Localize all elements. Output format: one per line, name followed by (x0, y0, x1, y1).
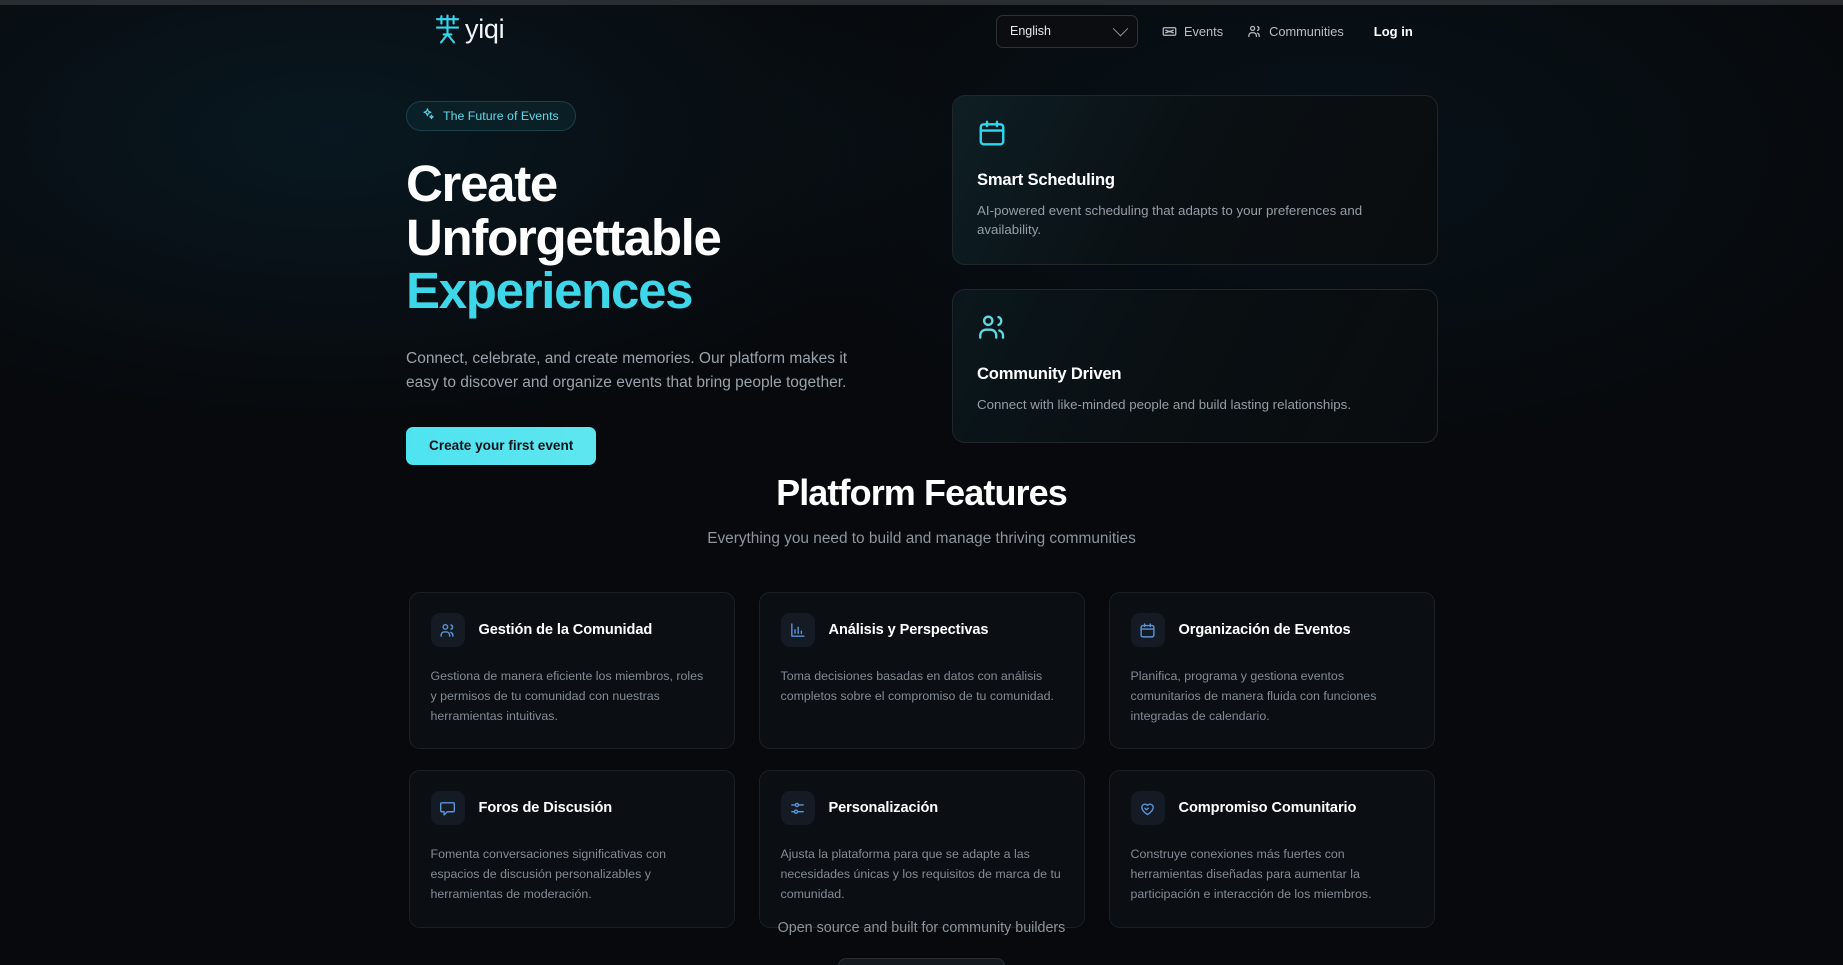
hero-card-smart-scheduling: Smart Scheduling AI-powered event schedu… (952, 95, 1438, 265)
open-source-text: Open source and built for community buil… (777, 920, 1066, 936)
calendar-icon (977, 118, 1413, 153)
message-square-icon (430, 791, 465, 826)
feature-card-discussion-forums: Foros de Discusión Fomenta conversacione… (408, 770, 735, 928)
feature-card-desc: Toma decisiones basadas en datos con aná… (780, 669, 1054, 704)
feature-card-desc: Construye conexiones más fuertes con her… (1130, 847, 1372, 902)
landing-page: yiqi English Events Communities Log in T… (0, 0, 1843, 965)
feature-card-community-management: Gestión de la Comunidad Gestiona de mane… (408, 592, 735, 750)
feature-card-analytics-insights: Análisis y Perspectivas Toma decisiones … (758, 592, 1085, 750)
chevron-down-icon (1112, 20, 1129, 36)
hero-section: The Future of Events Create Unforgettabl… (406, 95, 1438, 465)
features-subtitle: Everything you need to build and manage … (707, 530, 1136, 547)
hero-card-desc: AI-powered event scheduling that adapts … (977, 203, 1363, 238)
feature-card-header: Análisis y Perspectivas (780, 613, 1063, 647)
feature-card-header: Gestión de la Comunidad (430, 613, 713, 647)
hero-card-desc: Connect with like-minded people and buil… (977, 396, 1352, 412)
feature-card-header: Personalización (780, 791, 1063, 826)
feature-card-title: Personalización (828, 800, 939, 817)
nav-item-communities-label: Communities (1269, 23, 1344, 39)
feature-card-title: Análisis y Perspectivas (828, 622, 989, 638)
feature-card-title: Compromiso Comunitario (1178, 800, 1357, 817)
language-select[interactable]: English (996, 14, 1138, 48)
feature-card-customization: Personalización Ajusta la plataforma par… (758, 770, 1085, 928)
feature-card-header: Organización de Eventos (1130, 613, 1413, 647)
view-on-github-button[interactable]: View on GitHub (837, 958, 1006, 965)
hero-card-community-driven: Community Driven Connect with like-minde… (952, 288, 1438, 443)
nav-item-communities[interactable]: Communities (1247, 24, 1344, 39)
platform-features-section: Platform Features Everything you need to… (0, 472, 1843, 928)
hero-title: Create Unforgettable Experiences (406, 157, 876, 318)
feature-card-desc: Ajusta la plataforma para que se adapte … (780, 847, 1061, 902)
heart-handshake-icon (1130, 791, 1165, 826)
hero-left-column: The Future of Events Create Unforgettabl… (406, 95, 876, 465)
feature-card-title: Gestión de la Comunidad (478, 622, 653, 638)
hero-badge[interactable]: The Future of Events (406, 101, 576, 131)
brand-logo[interactable]: yiqi (434, 14, 505, 49)
feature-card-desc: Fomenta conversaciones significativas co… (430, 847, 667, 902)
sparkles-icon (421, 107, 435, 126)
hero-title-line2: Experiences (406, 262, 694, 320)
yiqi-glyph-icon (434, 14, 461, 49)
feature-card-header: Compromiso Comunitario (1130, 791, 1413, 826)
open-source-section: Open source and built for community buil… (0, 920, 1843, 965)
create-first-event-button[interactable]: Create your first event (406, 426, 597, 465)
bar-chart-icon (780, 613, 815, 647)
login-link[interactable]: Log in (1374, 24, 1413, 39)
users-icon (430, 613, 465, 647)
feature-card-desc: Planifica, programa y gestiona eventos c… (1130, 669, 1377, 724)
users-icon (977, 312, 1413, 347)
features-title: Platform Features (776, 472, 1068, 513)
feature-grid: Gestión de la Comunidad Gestiona de mane… (408, 592, 1435, 928)
users-icon (1247, 24, 1262, 39)
header-nav: English Events Communities Log in (996, 14, 1413, 48)
hero-card-title: Community Driven (977, 363, 1122, 383)
hero-title-line1: Create Unforgettable (406, 155, 722, 266)
hero-card-title: Smart Scheduling (977, 170, 1115, 189)
nav-item-events-label: Events (1184, 23, 1224, 39)
feature-card-desc: Gestiona de manera eficiente los miembro… (430, 669, 704, 724)
nav-item-events[interactable]: Events (1162, 24, 1223, 39)
brand-name: yiqi (465, 14, 505, 44)
calendar-icon (1130, 613, 1165, 647)
language-select-value: English (1010, 24, 1051, 38)
feature-card-header: Foros de Discusión (430, 791, 713, 826)
feature-card-community-engagement: Compromiso Comunitario Construye conexio… (1108, 770, 1435, 928)
sliders-icon (780, 791, 815, 826)
hero-subtitle: Connect, celebrate, and create memories.… (406, 349, 848, 392)
feature-card-event-organization: Organización de Eventos Planifica, progr… (1108, 592, 1435, 750)
ticket-icon (1162, 24, 1177, 39)
hero-badge-label: The Future of Events (443, 109, 559, 123)
feature-card-title: Organización de Eventos (1178, 622, 1351, 638)
site-header: yiqi English Events Communities Log in (0, 5, 1843, 57)
hero-right-column: Smart Scheduling AI-powered event schedu… (952, 95, 1438, 465)
feature-card-title: Foros de Discusión (478, 800, 613, 817)
